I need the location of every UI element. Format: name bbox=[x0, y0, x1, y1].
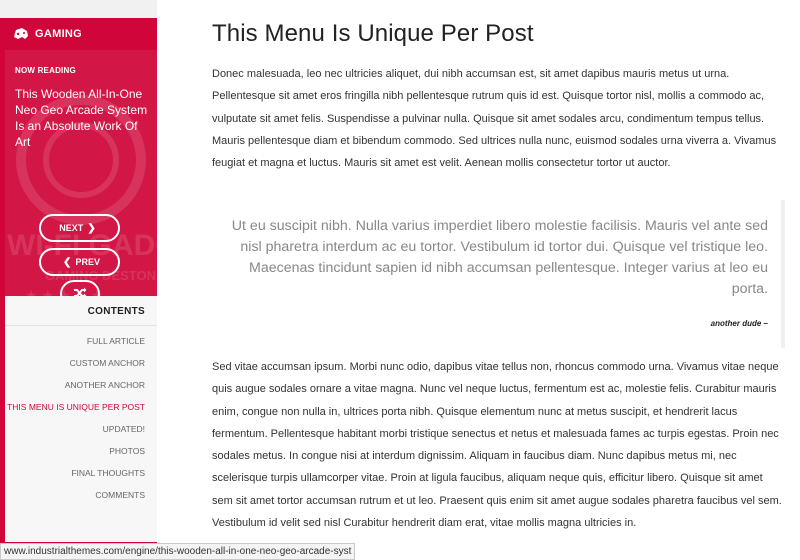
category-label: GAMING bbox=[35, 28, 83, 40]
page-title: This Menu Is Unique Per Post bbox=[212, 20, 534, 47]
toc-item-updated[interactable]: UPDATED! bbox=[5, 424, 157, 435]
toc-item-another-anchor[interactable]: ANOTHER ANCHOR bbox=[5, 380, 157, 391]
toc-item-unique-menu[interactable]: THIS MENU IS UNIQUE PER POST bbox=[5, 402, 157, 413]
prev-label: PREV bbox=[75, 257, 100, 267]
now-reading-title[interactable]: This Wooden All-In-One Neo Geo Arcade Sy… bbox=[15, 86, 155, 150]
paragraph: Sed vitae accumsan ipsum. Morbi nunc odi… bbox=[212, 361, 782, 530]
chevron-left-icon: ❮ bbox=[63, 256, 72, 268]
next-button[interactable]: NEXT ❯ bbox=[39, 214, 120, 242]
browser-status-bar: www.industrialthemes.com/engine/this-woo… bbox=[0, 543, 356, 560]
toc-item-full-article[interactable]: FULL ARTICLE bbox=[5, 336, 157, 347]
toc-item-photos[interactable]: PHOTOS bbox=[5, 446, 157, 457]
quote-accent-bar bbox=[781, 200, 785, 348]
contents-title: CONTENTS bbox=[5, 296, 157, 326]
toc-item-custom-anchor[interactable]: CUSTOM ANCHOR bbox=[5, 358, 157, 369]
toc-item-final-thoughts[interactable]: FINAL THOUGHTS bbox=[5, 468, 157, 479]
table-of-contents: CONTENTS FULL ARTICLE CUSTOM ANCHOR ANOT… bbox=[5, 296, 157, 542]
blockquote: Ut eu suscipit nibh. Nulla varius imperd… bbox=[231, 218, 768, 297]
toc-item-comments[interactable]: COMMENTS bbox=[5, 490, 157, 501]
chevron-right-icon: ❯ bbox=[87, 222, 96, 234]
toc-list: FULL ARTICLE CUSTOM ANCHOR ANOTHER ANCHO… bbox=[5, 326, 157, 501]
prev-button[interactable]: ❮ PREV bbox=[39, 248, 120, 276]
paragraph: Donec malesuada, leo nec ultricies aliqu… bbox=[212, 68, 777, 170]
quote-citation: another dude – bbox=[710, 319, 768, 328]
top-strip bbox=[0, 0, 157, 18]
now-reading-label: NOW READING bbox=[15, 66, 76, 75]
next-label: NEXT bbox=[59, 223, 84, 233]
gamepad-icon bbox=[13, 28, 29, 40]
category-link[interactable]: GAMING bbox=[5, 18, 157, 50]
